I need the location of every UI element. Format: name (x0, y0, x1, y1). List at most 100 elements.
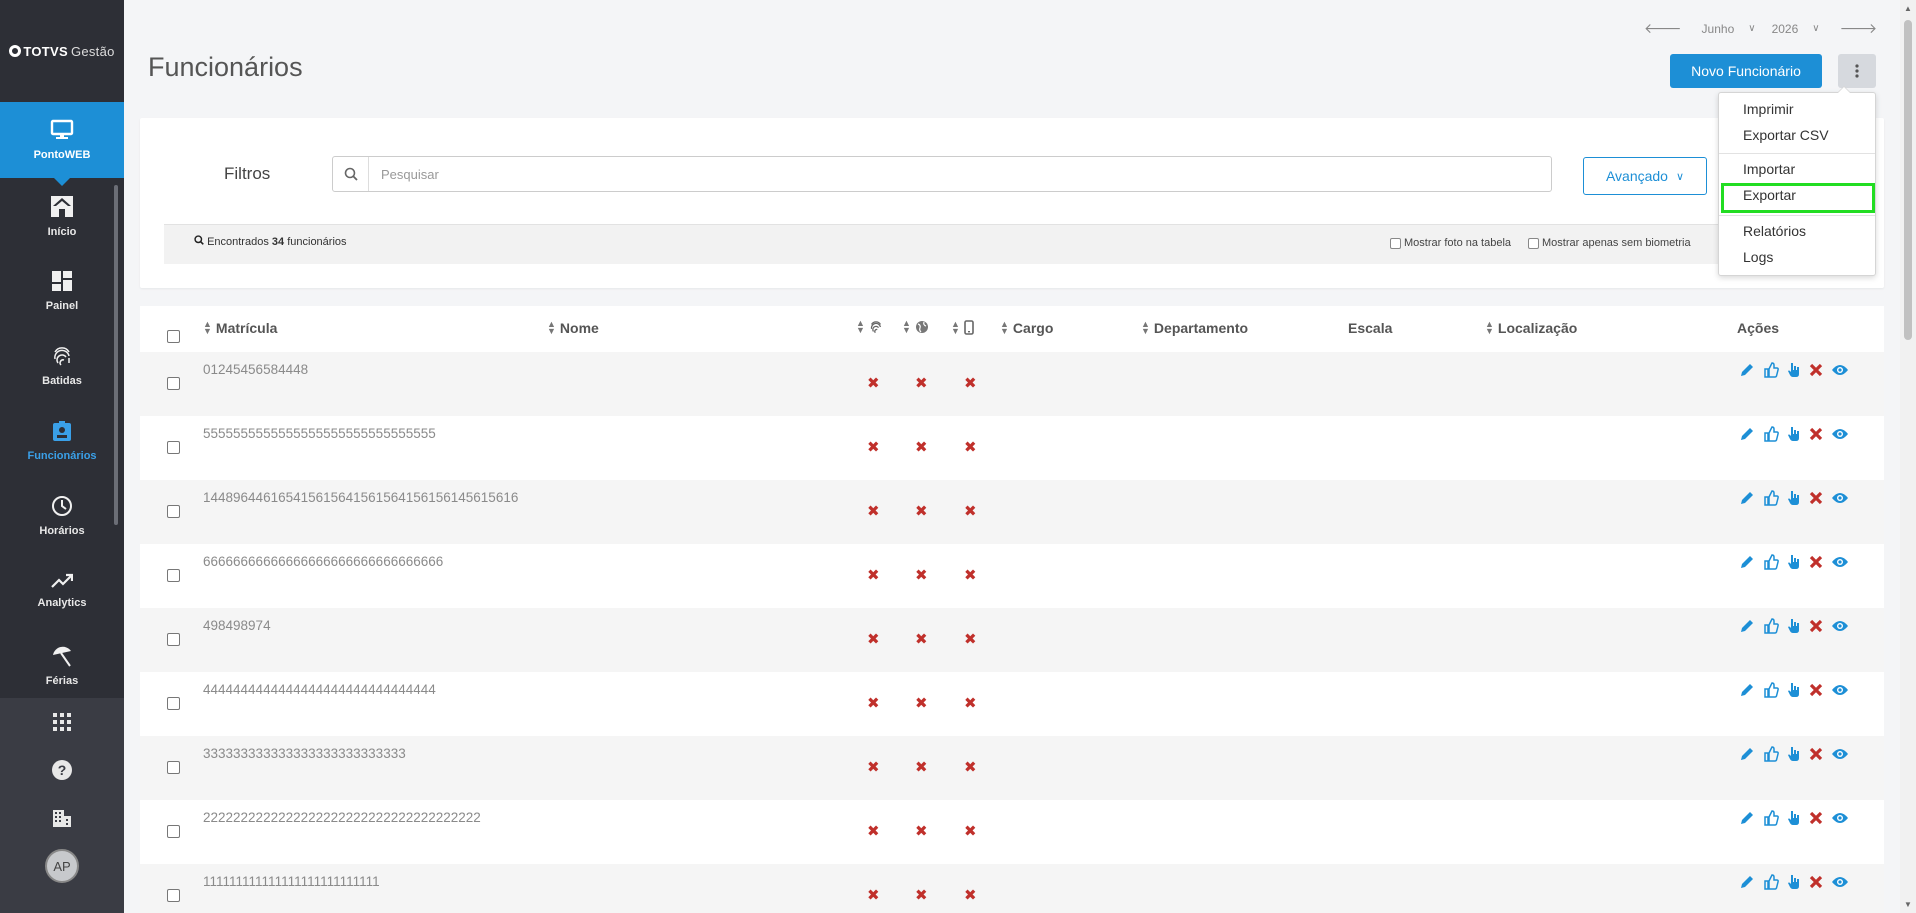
row-checkbox[interactable] (167, 633, 180, 646)
menu-item-relatorios[interactable]: Relatórios (1743, 223, 1806, 239)
view-eye-icon[interactable] (1831, 427, 1849, 441)
edit-pencil-icon[interactable] (1739, 746, 1755, 762)
thumbs-up-icon[interactable] (1763, 490, 1779, 506)
column-web[interactable]: ▲ ▼ (902, 319, 929, 335)
sidebar-item-analytics[interactable]: Analytics (0, 553, 124, 628)
scroll-down-arrow-icon[interactable]: ▼ (1904, 900, 1912, 909)
table-row[interactable]: 66666666666666666666666666666666 ✖ ✖ ✖ (140, 544, 1884, 608)
delete-x-icon[interactable] (1809, 747, 1823, 761)
scroll-up-arrow-icon[interactable]: ▲ (1904, 4, 1912, 13)
view-eye-icon[interactable] (1831, 555, 1849, 569)
thumbs-up-icon[interactable] (1763, 746, 1779, 762)
edit-pencil-icon[interactable] (1739, 490, 1755, 506)
table-row[interactable]: 5555555555555555555555555555555 ✖ ✖ ✖ (140, 416, 1884, 480)
thumbs-up-icon[interactable] (1763, 362, 1779, 378)
prev-period-arrow-icon[interactable]: 🡐 (1644, 20, 1682, 37)
sidebar-item-painel[interactable]: Painel (0, 253, 124, 328)
edit-pencil-icon[interactable] (1739, 682, 1755, 698)
module-pontoweb[interactable]: PontoWEB (0, 102, 124, 186)
delete-x-icon[interactable] (1809, 491, 1823, 505)
no-biometry-checkbox[interactable] (1528, 237, 1539, 249)
table-row[interactable]: 01245456584448 ✖ ✖ ✖ (140, 352, 1884, 416)
hand-pointer-icon[interactable] (1787, 490, 1801, 506)
new-employee-button[interactable]: Novo Funcionário (1670, 54, 1822, 88)
hand-pointer-icon[interactable] (1787, 810, 1801, 826)
hand-pointer-icon[interactable] (1787, 362, 1801, 378)
thumbs-up-icon[interactable] (1763, 874, 1779, 890)
totvs-logo[interactable]: TOTVS Gestão (0, 0, 124, 102)
column-localizacao[interactable]: ▲ ▼ Localização (1485, 320, 1577, 337)
column-nome[interactable]: ▲ ▼ Nome (547, 320, 599, 337)
page-scrollbar[interactable]: ▲ ▼ (1900, 0, 1916, 913)
search-field[interactable] (332, 156, 1552, 192)
menu-item-importar[interactable]: Importar (1743, 161, 1795, 177)
view-eye-icon[interactable] (1831, 747, 1849, 761)
table-row[interactable]: 333333333333333333333333333 ✖ ✖ ✖ (140, 736, 1884, 800)
sidebar-item-batidas[interactable]: Batidas (0, 328, 124, 403)
delete-x-icon[interactable] (1809, 427, 1823, 441)
row-checkbox[interactable] (167, 569, 180, 582)
table-row[interactable]: 2222222222222222222222222222222222222 ✖ ✖ ✖ (140, 800, 1884, 864)
hand-pointer-icon[interactable] (1787, 426, 1801, 442)
advanced-filter-button[interactable]: Avançado ∨ (1583, 157, 1707, 195)
table-row[interactable]: 4444444444444444444444444444444 ✖ ✖ ✖ (140, 672, 1884, 736)
delete-x-icon[interactable] (1809, 363, 1823, 377)
view-eye-icon[interactable] (1831, 363, 1849, 377)
row-checkbox[interactable] (167, 377, 180, 390)
help-button[interactable]: ? (0, 746, 124, 794)
edit-pencil-icon[interactable] (1739, 810, 1755, 826)
edit-pencil-icon[interactable] (1739, 554, 1755, 570)
view-eye-icon[interactable] (1831, 875, 1849, 889)
hand-pointer-icon[interactable] (1787, 554, 1801, 570)
row-checkbox[interactable] (167, 889, 180, 902)
row-checkbox[interactable] (167, 825, 180, 838)
sidebar-item-ferias[interactable]: Férias (0, 628, 124, 698)
edit-pencil-icon[interactable] (1739, 618, 1755, 634)
more-options-button[interactable] (1838, 54, 1876, 88)
column-biometria[interactable]: ▲ ▼ (856, 319, 883, 335)
menu-item-imprimir[interactable]: Imprimir (1743, 101, 1794, 117)
edit-pencil-icon[interactable] (1739, 426, 1755, 442)
view-eye-icon[interactable] (1831, 491, 1849, 505)
company-button[interactable] (0, 794, 124, 842)
view-eye-icon[interactable] (1831, 683, 1849, 697)
page-scrollbar-thumb[interactable] (1904, 20, 1912, 340)
delete-x-icon[interactable] (1809, 875, 1823, 889)
delete-x-icon[interactable] (1809, 555, 1823, 569)
month-select[interactable]: Junho ∨ (1702, 22, 1756, 36)
row-checkbox[interactable] (167, 505, 180, 518)
thumbs-up-icon[interactable] (1763, 554, 1779, 570)
table-row[interactable]: 1448964461654156156415615641561561456156… (140, 480, 1884, 544)
year-select[interactable]: 2026 ∨ (1772, 22, 1820, 36)
show-photo-option[interactable]: Mostrar foto na tabela (1390, 237, 1511, 249)
hand-pointer-icon[interactable] (1787, 618, 1801, 634)
no-biometry-option[interactable]: Mostrar apenas sem biometria (1528, 237, 1691, 249)
row-checkbox[interactable] (167, 697, 180, 710)
menu-item-logs[interactable]: Logs (1743, 249, 1773, 265)
delete-x-icon[interactable] (1809, 811, 1823, 825)
search-input[interactable] (369, 166, 1551, 182)
sidebar-item-horarios[interactable]: Horários (0, 478, 124, 553)
column-mobile[interactable]: ▲ ▼ (951, 319, 974, 335)
table-row[interactable]: 111111111111111111111111111 ✖ ✖ ✖ (140, 864, 1884, 913)
hand-pointer-icon[interactable] (1787, 682, 1801, 698)
delete-x-icon[interactable] (1809, 619, 1823, 633)
thumbs-up-icon[interactable] (1763, 810, 1779, 826)
select-all-checkbox[interactable] (167, 330, 180, 343)
view-eye-icon[interactable] (1831, 811, 1849, 825)
table-row[interactable]: 498498974 ✖ ✖ ✖ (140, 608, 1884, 672)
column-matricula[interactable]: ▲ ▼ Matrícula (203, 320, 277, 337)
column-departamento[interactable]: ▲ ▼ Departamento (1141, 320, 1248, 337)
column-cargo[interactable]: ▲ ▼ Cargo (1000, 320, 1053, 337)
row-checkbox[interactable] (167, 441, 180, 454)
thumbs-up-icon[interactable] (1763, 618, 1779, 634)
sidebar-item-inicio[interactable]: Início (0, 178, 124, 253)
sidebar-scrollbar[interactable] (114, 185, 118, 525)
user-avatar-button[interactable]: AP (0, 842, 124, 890)
sidebar-item-funcionarios[interactable]: Funcionários (0, 403, 124, 478)
apps-grid-button[interactable] (0, 698, 124, 746)
delete-x-icon[interactable] (1809, 683, 1823, 697)
edit-pencil-icon[interactable] (1739, 874, 1755, 890)
hand-pointer-icon[interactable] (1787, 746, 1801, 762)
row-checkbox[interactable] (167, 761, 180, 774)
